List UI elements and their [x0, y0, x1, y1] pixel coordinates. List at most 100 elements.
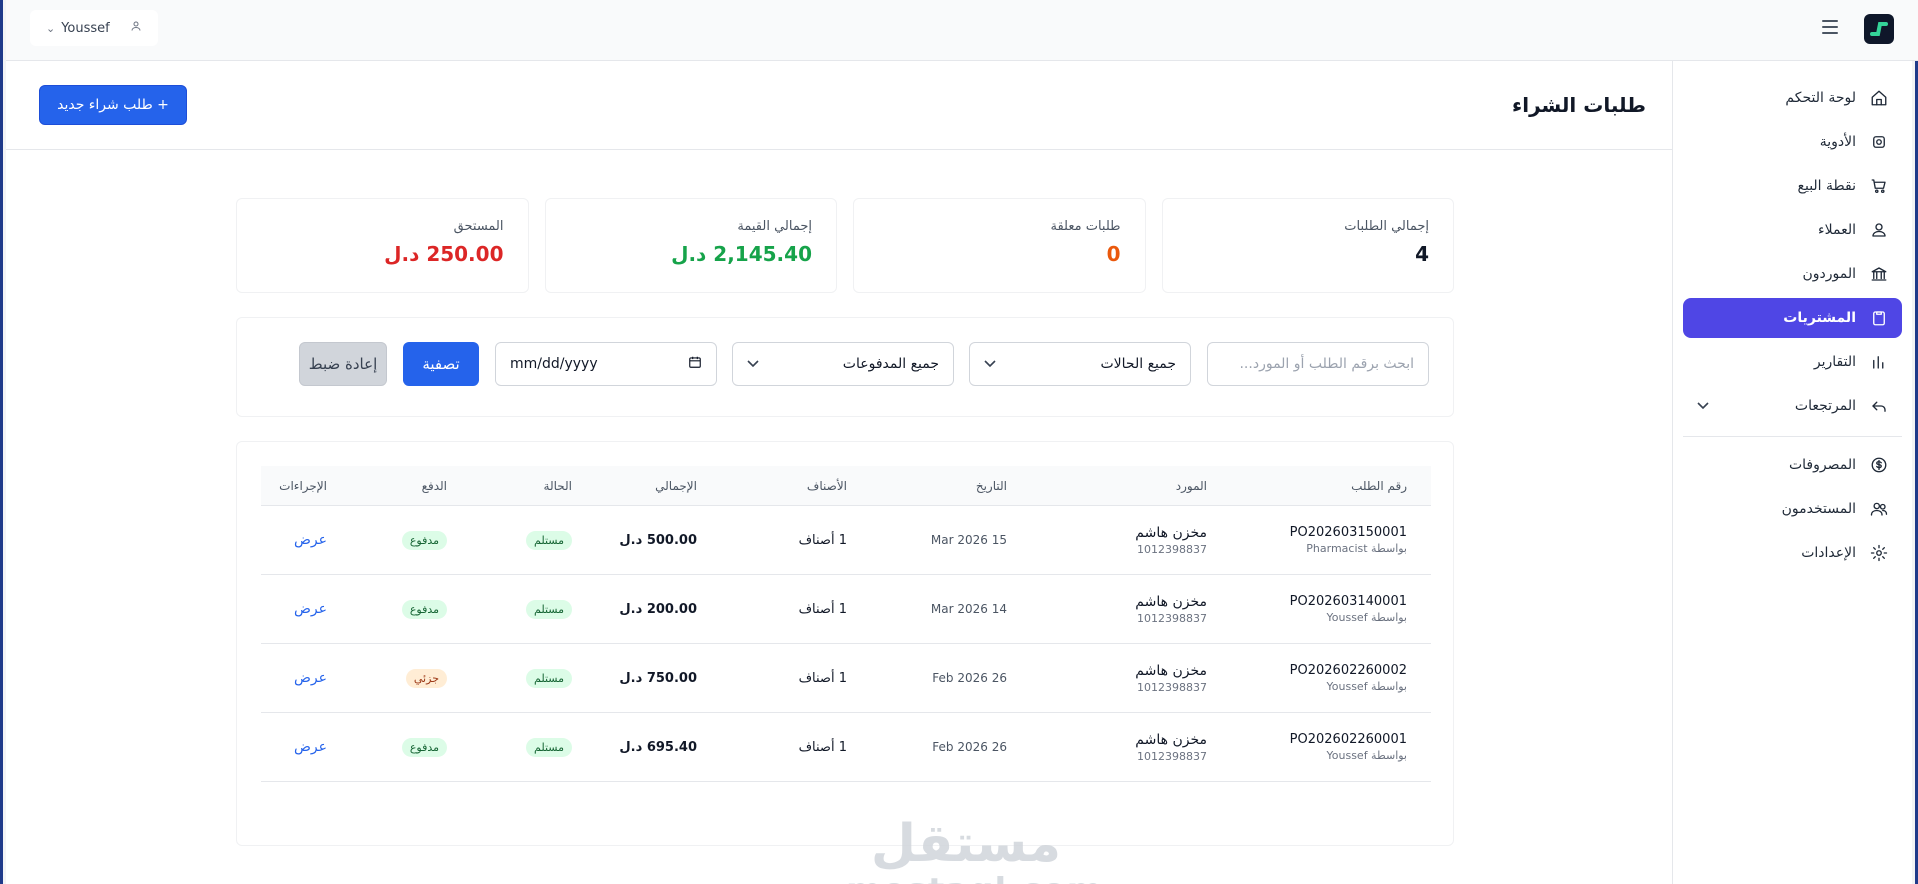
sidebar-item[interactable]: المشتريات — [1683, 298, 1902, 338]
order-number: PO202602260001 — [1289, 732, 1407, 747]
stat-label: المستحق — [453, 219, 504, 234]
sidebar-item[interactable]: المستخدمون — [1683, 489, 1902, 529]
reset-button[interactable]: إعادة ضبط — [299, 342, 387, 386]
items-count: 1 أصناف — [798, 601, 847, 617]
dollar-icon — [1870, 456, 1888, 474]
supplier-code: 1012398837 — [1137, 542, 1207, 556]
items-count: 1 أصناف — [798, 670, 847, 686]
stat-value: 0 — [1106, 242, 1121, 266]
payment-badge: مدفوع — [401, 599, 447, 619]
order-number-cell: PO202603140001 بواسطة Youssef — [1231, 594, 1431, 624]
order-date: 15 Mar 2026 — [930, 533, 1007, 547]
items-count: 1 أصناف — [798, 532, 847, 548]
view-link[interactable]: عرض — [294, 601, 327, 617]
sidebar-item[interactable]: الأدوية — [1683, 122, 1902, 162]
status-badge: مستلم — [526, 668, 572, 688]
stat-label: طلبات معلقة — [1050, 219, 1121, 234]
payment-badge: مدفوع — [401, 530, 447, 550]
actions-cell: عرض — [261, 532, 351, 548]
sidebar-item[interactable]: التقارير — [1683, 342, 1902, 382]
order-total: 695.40 د.ل — [619, 739, 697, 755]
stat-value: 250.00 د.ل — [384, 242, 504, 266]
chevron-down-icon — [1697, 400, 1709, 413]
home-icon — [1870, 89, 1888, 107]
sidebar-item[interactable]: الموردون — [1683, 254, 1902, 294]
page-header: طلبات الشراء + طلب شراء جديد — [6, 61, 1678, 150]
stat-label: إجمالي القيمة — [737, 219, 812, 234]
column-header: الحالة — [543, 478, 572, 493]
new-purchase-order-button[interactable]: + طلب شراء جديد — [39, 85, 187, 125]
payment-badge: مدفوع — [401, 737, 447, 757]
payment-select-value: جميع المدفوعات — [842, 356, 939, 372]
supplier-cell: مخزن هاشم 1012398837 — [1031, 663, 1231, 694]
order-number: PO202603140001 — [1289, 594, 1407, 609]
top-bar: ⌄ Youssef — [6, 0, 1918, 61]
sidebar-item-label: لوحة التحكم — [1785, 90, 1856, 106]
chevron-down-icon: ⌄ — [46, 21, 56, 35]
clipboard-icon — [1870, 309, 1888, 327]
payment-select[interactable]: جميع المدفوعات — [732, 342, 954, 386]
supplier-name: مخزن هاشم — [1135, 662, 1207, 679]
supplier-code: 1012398837 — [1137, 611, 1207, 625]
filters-card: ابحث برقم الطلب أو المورد... جميع الحالا… — [236, 317, 1454, 417]
sidebar-item-label: الموردون — [1802, 266, 1856, 282]
supplier-code: 1012398837 — [1137, 680, 1207, 694]
stat-card-total-value: إجمالي القيمة 2,145.40 د.ل — [544, 198, 837, 293]
view-link[interactable]: عرض — [294, 532, 327, 548]
sidebar-item-label: العملاء — [1818, 222, 1856, 238]
sidebar-item[interactable]: نقطة البيع — [1683, 166, 1902, 206]
items-count: 1 أصناف — [798, 739, 847, 755]
status-cell: مستلم — [471, 668, 596, 688]
calendar-icon[interactable] — [688, 355, 702, 373]
supplier-name: مخزن هاشم — [1135, 593, 1207, 610]
filter-button[interactable]: تصفية — [403, 342, 479, 386]
status-select[interactable]: جميع الحالات — [969, 342, 1191, 386]
order-total: 200.00 د.ل — [619, 601, 697, 617]
column-header: الدفع — [421, 478, 447, 493]
bank-icon — [1870, 265, 1888, 283]
sidebar-item[interactable]: الإعدادات — [1683, 533, 1902, 573]
orders-table: رقم الطلب المورد التاريخ الأصناف الإجمال… — [261, 466, 1431, 782]
sidebar-item[interactable]: لوحة التحكم — [1683, 78, 1902, 118]
sidebar-item[interactable]: المرتجعات — [1683, 386, 1902, 426]
sidebar-item-label: نقطة البيع — [1797, 178, 1856, 194]
view-link[interactable]: عرض — [294, 670, 327, 686]
stat-card-due: المستحق 250.00 د.ل — [236, 198, 529, 293]
pill-icon — [1870, 133, 1888, 151]
date-input[interactable]: mm/dd/yyyy — [495, 342, 717, 386]
view-link[interactable]: عرض — [294, 739, 327, 755]
stat-card-total-orders: إجمالي الطلبات 4 — [1161, 198, 1454, 293]
sidebar-divider — [1683, 436, 1902, 437]
user-icon — [130, 20, 142, 36]
orders-table-card: رقم الطلب المورد التاريخ الأصناف الإجمال… — [236, 441, 1454, 846]
sidebar-item[interactable]: المصروفات — [1683, 445, 1902, 485]
sidebar: لوحة التحكم الأدوية نقطة البيع العملاء المور… — [1672, 61, 1912, 884]
created-by: بواسطة Youssef — [1326, 749, 1408, 762]
created-by: بواسطة Pharmacist — [1306, 542, 1407, 555]
search-input[interactable]: ابحث برقم الطلب أو المورد... — [1207, 342, 1429, 386]
date-placeholder: mm/dd/yyyy — [510, 356, 598, 372]
sidebar-item-label: المشتريات — [1783, 310, 1856, 326]
stat-value: 4 — [1415, 242, 1429, 266]
table-header: رقم الطلب المورد التاريخ الأصناف الإجمال… — [261, 466, 1431, 506]
stat-value: 2,145.40 د.ل — [671, 242, 812, 266]
created-by: بواسطة Youssef — [1326, 680, 1408, 693]
cart-icon — [1870, 177, 1888, 195]
order-number: PO202603150001 — [1289, 525, 1407, 540]
customers-icon — [1870, 221, 1888, 239]
user-menu[interactable]: ⌄ Youssef — [30, 10, 158, 46]
order-number-cell: PO202602260001 بواسطة Youssef — [1231, 732, 1431, 762]
column-header: المورد — [1175, 478, 1207, 493]
page-title: طلبات الشراء — [1512, 93, 1646, 117]
order-total: 500.00 د.ل — [619, 532, 697, 548]
order-total: 750.00 د.ل — [619, 670, 697, 686]
chevron-down-icon — [747, 357, 759, 371]
stat-card-pending-orders: طلبات معلقة 0 — [853, 198, 1146, 293]
chevron-down-icon — [984, 357, 996, 371]
app-logo[interactable] — [1864, 14, 1894, 44]
order-number-cell: PO202603150001 بواسطة Pharmacist — [1231, 525, 1431, 555]
payment-cell: مدفوع — [351, 599, 471, 619]
sidebar-item[interactable]: العملاء — [1683, 210, 1902, 250]
actions-cell: عرض — [261, 670, 351, 686]
menu-icon[interactable] — [1822, 20, 1838, 34]
